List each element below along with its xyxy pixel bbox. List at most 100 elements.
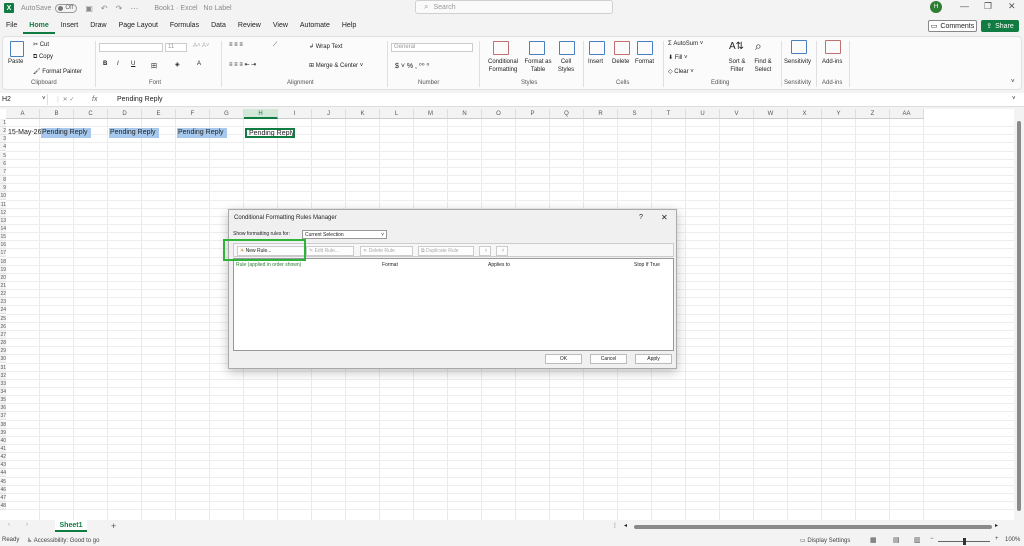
column-header-o[interactable]: O <box>482 109 516 119</box>
conditional-formatting-icon[interactable] <box>493 41 509 55</box>
name-box[interactable]: H2 <box>0 94 48 105</box>
cell-h2[interactable]: Pending Reply <box>245 128 295 139</box>
cell-b2[interactable]: Pending Reply <box>41 128 91 139</box>
delete-cells-icon[interactable] <box>614 41 630 55</box>
tab-page-layout[interactable]: Page Layout <box>113 18 164 34</box>
sheet-tab-sheet1[interactable]: Sheet1 <box>55 520 87 532</box>
scroll-left-icon[interactable]: ◂ <box>624 522 627 529</box>
fill-button[interactable]: ⬇ Fill ˅ <box>668 54 688 61</box>
zoom-out-icon[interactable]: − <box>930 536 934 542</box>
normal-view-icon[interactable]: ▦ <box>870 536 877 544</box>
collapse-ribbon-icon[interactable]: ˅ <box>1011 79 1015 85</box>
clear-button[interactable]: ◇ Clear ˅ <box>668 68 694 75</box>
cut-button[interactable]: ✂ Cut <box>33 41 49 48</box>
find-select-button[interactable]: Find & Select <box>749 58 777 74</box>
grow-font-icon[interactable]: A˄ A˅ <box>193 43 209 49</box>
format-as-table-icon[interactable] <box>529 41 545 55</box>
autosave-toggle[interactable]: Off <box>55 3 78 13</box>
horizontal-scroll-thumb[interactable] <box>634 525 992 529</box>
scroll-right-icon[interactable]: ▸ <box>995 522 998 529</box>
column-header-f[interactable]: F <box>176 109 210 119</box>
comments-button[interactable]: ▭ Comments <box>928 20 977 32</box>
name-box-dropdown-icon[interactable]: ˅ <box>42 96 46 102</box>
column-header-e[interactable]: E <box>142 109 176 119</box>
zoom-slider-thumb[interactable] <box>963 538 966 545</box>
number-format-icons[interactable]: $ ˅ % , ⁰⁰ ⁰ <box>395 62 429 70</box>
duplicate-rule-button[interactable]: ⧉ Duplicate Rule <box>418 246 474 256</box>
italic-icon[interactable]: I <box>117 61 119 67</box>
tab-help[interactable]: Help <box>336 18 362 34</box>
column-header-v[interactable]: V <box>720 109 754 119</box>
accessibility-status[interactable]: ♿ Accessibility: Good to go <box>27 537 99 544</box>
tab-review[interactable]: Review <box>232 18 267 34</box>
move-down-button[interactable]: ˅ <box>496 246 508 256</box>
column-header-l[interactable]: L <box>380 109 414 119</box>
cell-styles-icon[interactable] <box>559 41 575 55</box>
sort-filter-icon[interactable]: A⇅ <box>729 41 744 52</box>
paste-icon[interactable] <box>10 41 24 57</box>
minimize-icon[interactable]: — <box>960 1 969 11</box>
add-sheet-button[interactable]: + <box>111 521 116 531</box>
column-header-x[interactable]: X <box>788 109 822 119</box>
column-header-m[interactable]: M <box>414 109 448 119</box>
autosum-button[interactable]: Σ AutoSum ˅ <box>668 41 703 47</box>
orientation-icon[interactable]: ⟋ <box>273 42 277 49</box>
number-format-select[interactable]: General <box>391 43 473 52</box>
redo-icon[interactable]: ↷ <box>116 4 123 13</box>
next-sheet-icon[interactable]: › <box>26 522 28 528</box>
column-header-s[interactable]: S <box>618 109 652 119</box>
column-header-p[interactable]: P <box>516 109 550 119</box>
cancel-entry-icon[interactable]: ⋮ ✕ ✓ <box>55 96 74 103</box>
column-header-t[interactable]: T <box>652 109 686 119</box>
delete-cells-button[interactable]: Delete <box>612 59 629 65</box>
column-header-j[interactable]: J <box>312 109 346 119</box>
apply-button[interactable]: Apply <box>635 354 672 364</box>
fill-color-icon[interactable]: ◈ <box>175 61 180 68</box>
close-icon[interactable]: ✕ <box>1008 1 1016 12</box>
tab-formulas[interactable]: Formulas <box>164 18 205 34</box>
formula-input[interactable]: Pending Reply <box>117 94 163 105</box>
cell-d2[interactable]: Pending Reply <box>109 128 159 139</box>
rules-list[interactable]: Rule (applied in order shown) Format App… <box>233 258 674 351</box>
copy-button[interactable]: ⧉ Copy <box>33 54 53 61</box>
more-icon[interactable]: ⋯ <box>130 4 138 13</box>
tab-draw[interactable]: Draw <box>84 18 112 34</box>
insert-cells-button[interactable]: Insert <box>588 59 603 65</box>
tab-file[interactable]: File <box>0 18 23 34</box>
column-header-aa[interactable]: AA <box>890 109 924 119</box>
page-break-view-icon[interactable]: ▥ <box>914 536 921 544</box>
sensitivity-button[interactable]: Sensitivity <box>784 59 811 65</box>
restore-icon[interactable]: ❐ <box>984 1 992 12</box>
column-header-w[interactable]: W <box>754 109 788 119</box>
cell-styles-button[interactable]: Cell Styles <box>553 58 579 74</box>
sensitivity-label[interactable]: No Label <box>204 5 232 12</box>
undo-icon[interactable]: ↶ <box>101 4 108 13</box>
format-painter-button[interactable]: 🖌 Format Painter <box>33 68 82 75</box>
font-color-icon[interactable]: A <box>197 61 201 67</box>
column-header-c[interactable]: C <box>74 109 108 119</box>
search-input[interactable]: ⌕ Search <box>415 0 613 14</box>
font-size-select[interactable]: 11 <box>165 43 187 52</box>
save-icon[interactable]: ▣ <box>85 4 93 13</box>
column-header-a[interactable]: A <box>6 109 40 119</box>
help-icon[interactable]: ? <box>639 214 643 221</box>
column-header-y[interactable]: Y <box>822 109 856 119</box>
sensitivity-icon[interactable] <box>791 40 807 54</box>
column-header-b[interactable]: B <box>40 109 74 119</box>
column-header-q[interactable]: Q <box>550 109 584 119</box>
tab-view[interactable]: View <box>267 18 294 34</box>
column-header-h[interactable]: H <box>244 109 278 119</box>
tabs-splitter-icon[interactable]: ⋮ <box>612 522 618 529</box>
edit-rule-button[interactable]: ✎ Edit Rule... <box>306 246 354 256</box>
borders-icon[interactable]: 田 <box>151 61 157 70</box>
paste-button[interactable]: Paste <box>8 59 23 65</box>
vertical-scroll-thumb[interactable] <box>1017 121 1021 511</box>
column-header-g[interactable]: G <box>210 109 244 119</box>
tab-insert[interactable]: Insert <box>55 18 85 34</box>
underline-icon[interactable]: U <box>131 61 135 67</box>
prev-sheet-icon[interactable]: ‹ <box>8 522 10 528</box>
insert-cells-icon[interactable] <box>589 41 605 55</box>
page-layout-view-icon[interactable]: ▤ <box>893 536 900 544</box>
column-header-n[interactable]: N <box>448 109 482 119</box>
move-up-button[interactable]: ˄ <box>479 246 491 256</box>
